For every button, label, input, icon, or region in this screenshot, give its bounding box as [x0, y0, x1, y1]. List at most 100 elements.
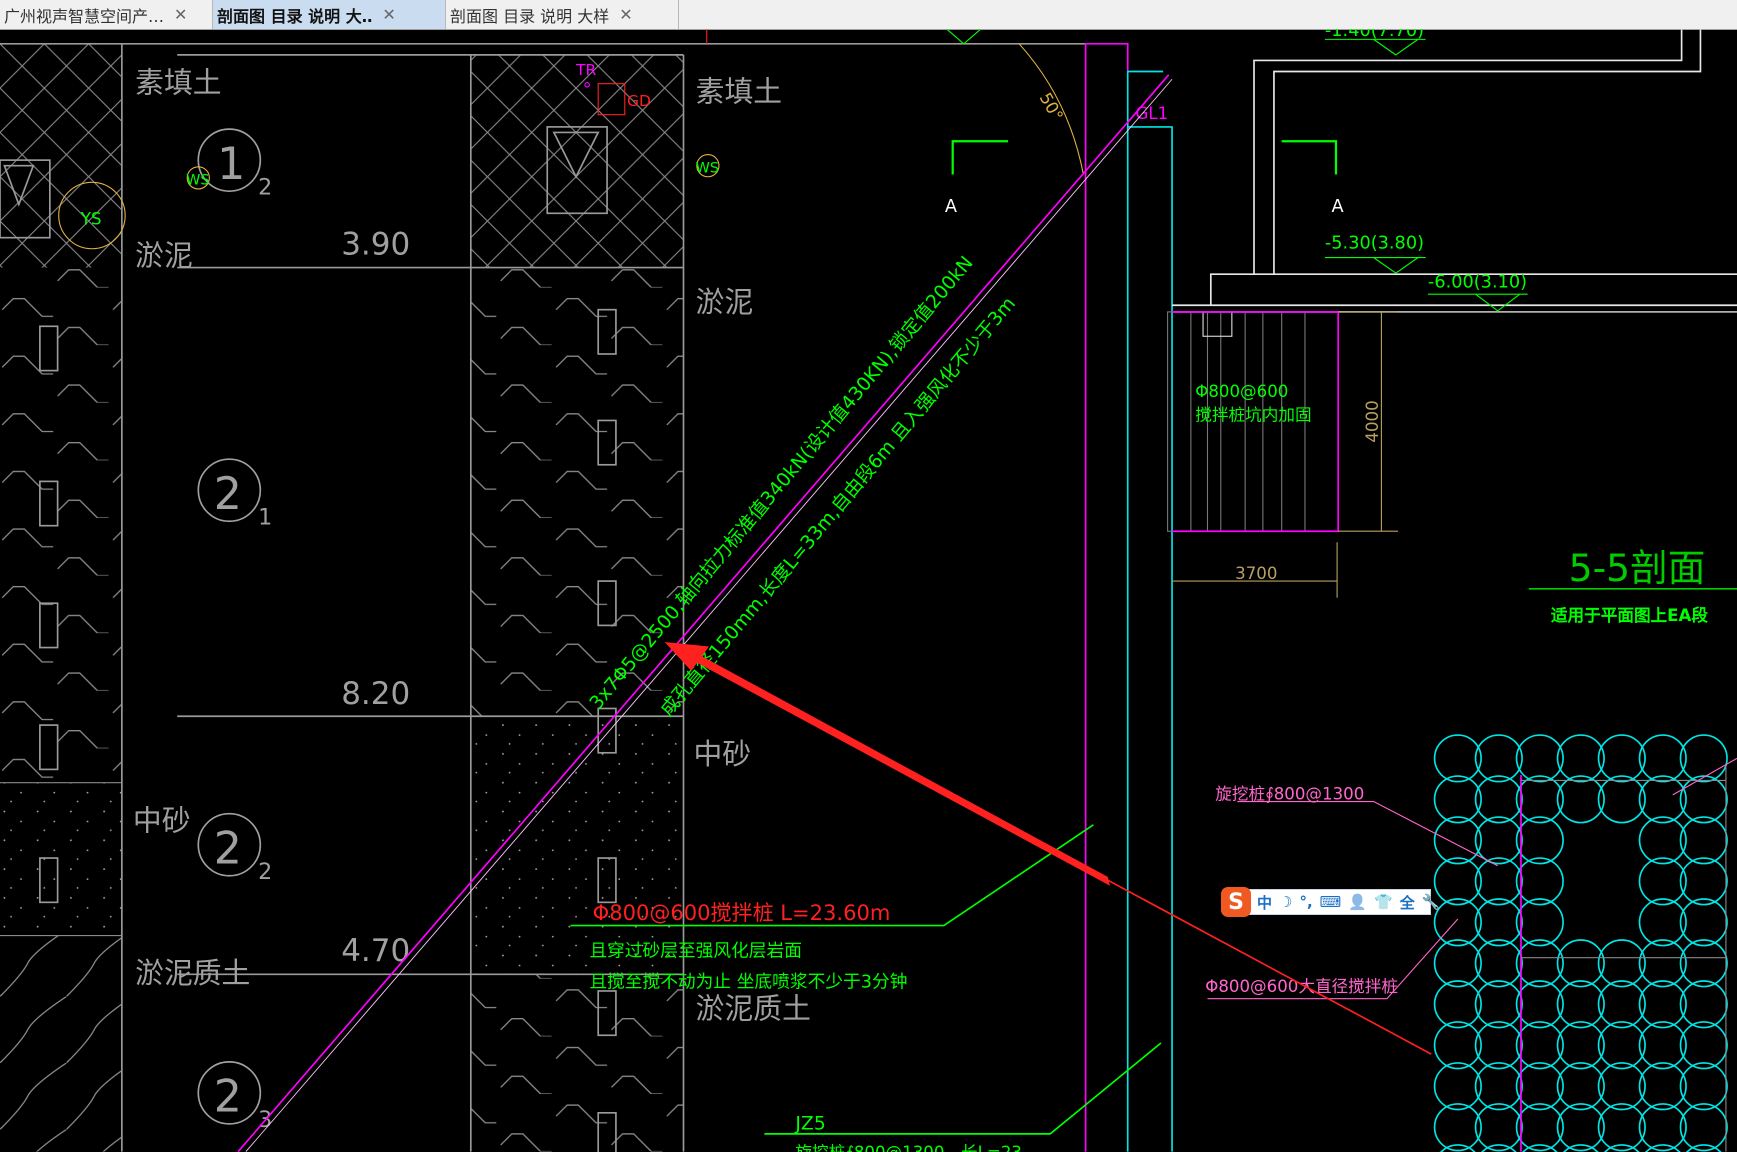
- pile-circle: [1679, 816, 1728, 865]
- svg-text:GD: GD: [627, 92, 651, 110]
- pile-circle: [1638, 1103, 1687, 1152]
- svg-text:且搅至搅不动为止 坐底喷浆不少于3分钟: 且搅至搅不动为止 坐底喷浆不少于3分钟: [589, 972, 907, 993]
- svg-text:旋挖桩∮800@1300，长L=23: 旋挖桩∮800@1300，长L=23: [795, 1143, 1022, 1152]
- svg-text:-6.00(3.10): -6.00(3.10): [1428, 273, 1527, 293]
- pile-circle: [1679, 1103, 1728, 1152]
- pile-circle: [1638, 857, 1687, 906]
- svg-text:JZ5: JZ5: [794, 1113, 825, 1134]
- soil-label: 淤泥: [135, 238, 193, 272]
- svg-text:2: 2: [214, 824, 242, 875]
- pile-circle: [1556, 980, 1605, 1029]
- sogou-logo-icon[interactable]: S: [1221, 887, 1251, 917]
- svg-text:A: A: [1332, 197, 1344, 217]
- pile-circle: [1474, 775, 1523, 824]
- wrench-settings-icon[interactable]: 🔧: [1422, 893, 1441, 911]
- svg-text:且穿过砂层至强风化层岩面: 且穿过砂层至强风化层岩面: [589, 941, 802, 962]
- svg-text:TR: TR: [575, 61, 596, 79]
- basement-structure: [1172, 29, 1737, 313]
- pile-circle: [1638, 734, 1687, 783]
- leader-label: 旋挖桩∮800@1300: [1215, 784, 1364, 803]
- pile-plan-circles: [1433, 734, 1728, 1152]
- pile-circle: [1597, 775, 1646, 824]
- tab-section-drawing-active[interactable]: 剖面图 目录 说明 大‥ ✕: [213, 0, 446, 29]
- pile-circle: [1679, 857, 1728, 906]
- pile-circle: [1679, 1062, 1728, 1111]
- svg-text:A: A: [945, 197, 957, 217]
- pile-circle: [1433, 734, 1482, 783]
- dimension-3700: 3700: [1235, 564, 1277, 583]
- ime-chinese-mode-icon[interactable]: 中: [1257, 892, 1272, 913]
- close-icon[interactable]: ✕: [619, 5, 632, 24]
- tab-guangzhou-project[interactable]: 广州视声智慧空间产… ✕: [0, 0, 213, 29]
- pile-circle: [1597, 734, 1646, 783]
- soil-label: 中砂: [133, 803, 191, 837]
- soil-label: 淤泥质土: [135, 956, 250, 990]
- tab-label: 剖面图 目录 说明 大样: [450, 6, 610, 26]
- svg-text:2: 2: [258, 859, 272, 885]
- layer-depths: 3.90 8.20 4.70: [341, 226, 410, 969]
- svg-text:YS: YS: [80, 209, 102, 228]
- pile-circle: [1638, 1021, 1687, 1070]
- pile-circle: [1597, 1021, 1646, 1070]
- pile-circle: [1515, 980, 1564, 1029]
- section-subtitle: 适用于平面图上EA段: [1551, 605, 1708, 625]
- pile-circle: [1556, 1021, 1605, 1070]
- pile-circle: [1474, 939, 1523, 988]
- pile-circle: [1638, 775, 1687, 824]
- box-note: Φ800@600: [1195, 382, 1288, 401]
- punctuation-icon[interactable]: °,: [1299, 893, 1312, 911]
- tab-section-drawing[interactable]: 剖面图 目录 说明 大样 ✕: [446, 0, 679, 29]
- moon-icon[interactable]: ☽: [1279, 893, 1292, 911]
- pile-circle: [1433, 980, 1482, 1029]
- keyboard-icon[interactable]: ⌨: [1320, 893, 1342, 911]
- pile-circle: [1515, 1021, 1564, 1070]
- pile-circle: [1556, 1103, 1605, 1152]
- pile-circle: [1679, 939, 1728, 988]
- pile-circle: [1638, 816, 1687, 865]
- ime-toolbar[interactable]: S 中 ☽ °, ⌨ 👤 👕 全 🔧: [1221, 887, 1440, 917]
- svg-text:-5.30(3.80): -5.30(3.80): [1325, 234, 1424, 254]
- svg-text:2: 2: [214, 1072, 242, 1123]
- pile-circle: [1515, 898, 1564, 947]
- pile-circle: [1515, 816, 1564, 865]
- soil-label: 中砂: [693, 737, 751, 771]
- full-width-icon[interactable]: 全: [1400, 892, 1415, 913]
- cad-canvas[interactable]: 素填土 素填土 淤泥 淤泥 中砂 中砂 淤泥质土 淤泥质土 3.90 8.20 …: [0, 29, 1737, 1152]
- svg-text:WS: WS: [186, 172, 209, 188]
- pile-circle: [1474, 898, 1523, 947]
- svg-text:WS: WS: [696, 160, 719, 176]
- pile-circle: [1638, 980, 1687, 1029]
- pile-circle: [1433, 775, 1482, 824]
- close-icon[interactable]: ✕: [174, 5, 187, 24]
- pile-circle: [1515, 857, 1564, 906]
- pile-circle: [1433, 816, 1482, 865]
- pile-circle: [1433, 1103, 1482, 1152]
- pile-circle: [1474, 1021, 1523, 1070]
- close-icon[interactable]: ✕: [382, 5, 395, 24]
- skin-shirt-icon[interactable]: 👕: [1374, 893, 1393, 911]
- pile-circle: [1679, 898, 1728, 947]
- box-note: 搅拌桩坑内加固: [1195, 405, 1311, 424]
- pile-circle: [1597, 1103, 1646, 1152]
- section-title: 5-5剖面: [1569, 546, 1706, 590]
- pile-circle: [1679, 980, 1728, 1029]
- user-icon[interactable]: 👤: [1348, 893, 1367, 911]
- pile-circle: [1556, 734, 1605, 783]
- svg-text:2: 2: [214, 469, 242, 520]
- pile-circle: [1597, 980, 1646, 1029]
- pile-circle: [1474, 1062, 1523, 1111]
- pile-circle: [1474, 816, 1523, 865]
- leader-label: Φ800@600大直径搅拌桩: [1205, 977, 1398, 996]
- angle-label: 50°: [1036, 89, 1067, 124]
- pile-circle: [1597, 1062, 1646, 1111]
- pile-circle: [1433, 857, 1482, 906]
- pile-circle: [1515, 939, 1564, 988]
- document-tab-bar: 广州视声智慧空间产… ✕ 剖面图 目录 说明 大‥ ✕ 剖面图 目录 说明 大样…: [0, 0, 1737, 30]
- pile-circle: [1679, 775, 1728, 824]
- pile-circle: [1515, 734, 1564, 783]
- pile-circle: [1679, 734, 1728, 783]
- pile-circle: [1474, 1103, 1523, 1152]
- tab-label: 广州视声智慧空间产…: [4, 6, 165, 26]
- depth-value: 8.20: [341, 676, 410, 712]
- soil-label: 素填土: [135, 66, 221, 100]
